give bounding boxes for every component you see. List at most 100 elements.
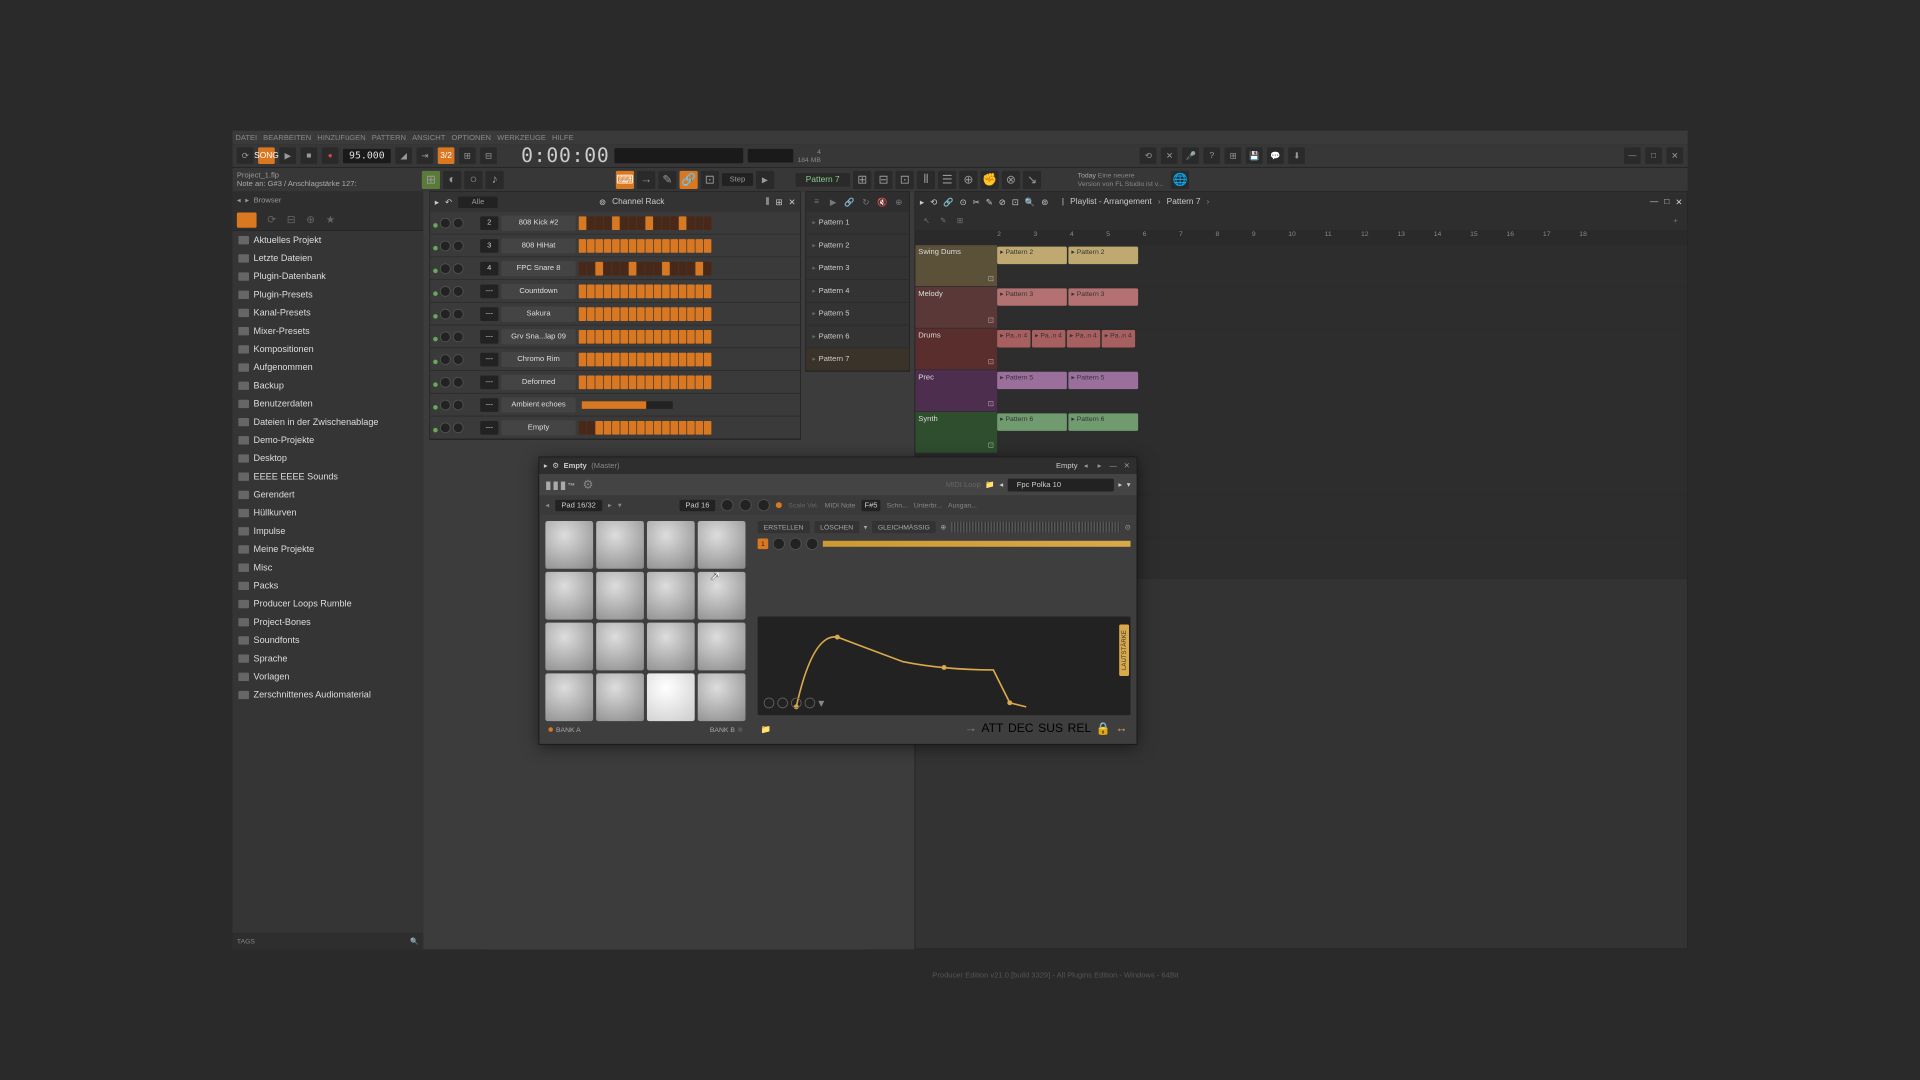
step[interactable]	[612, 421, 620, 435]
layer-end-icon[interactable]: ⊙	[1125, 523, 1131, 531]
playlist-clip[interactable]: ▸ Pattern 5	[1068, 372, 1138, 389]
midi-note-value[interactable]: F#5	[861, 499, 880, 510]
pan-knob[interactable]	[440, 354, 451, 365]
step[interactable]	[595, 307, 603, 321]
channel-num[interactable]: ---	[480, 330, 498, 344]
step[interactable]	[704, 284, 712, 298]
close-all-icon[interactable]: ⊗	[1002, 170, 1020, 188]
pattern-item[interactable]: ▸Pattern 3	[806, 257, 909, 280]
step[interactable]	[620, 352, 628, 366]
step[interactable]	[670, 307, 678, 321]
step-sequence[interactable]	[579, 261, 712, 275]
vol-knob[interactable]	[453, 354, 464, 365]
fpc-pad[interactable]	[698, 521, 746, 569]
pattern-wrap-icon[interactable]: ⊞	[422, 170, 440, 188]
track-icon[interactable]: ⊡	[988, 316, 994, 324]
step[interactable]	[695, 421, 703, 435]
step[interactable]	[679, 330, 687, 344]
browser-refresh-icon[interactable]: ⟳	[267, 213, 276, 226]
step[interactable]	[662, 216, 670, 230]
step[interactable]	[604, 330, 612, 344]
browser-item[interactable]: Aktuelles Projekt	[232, 231, 423, 249]
step[interactable]	[620, 330, 628, 344]
step[interactable]	[687, 284, 695, 298]
link-next-icon[interactable]: →	[637, 170, 655, 188]
pl-magnet-icon[interactable]: ⊙	[960, 197, 967, 207]
browser-item[interactable]: Aufgenommen	[232, 358, 423, 376]
step[interactable]	[687, 239, 695, 253]
browser-item[interactable]: Letzte Dateien	[232, 249, 423, 267]
bank-b[interactable]: BANK B	[710, 726, 735, 734]
typing-kb-icon[interactable]: ⌨	[616, 170, 634, 188]
step[interactable]	[595, 261, 603, 275]
main-menu[interactable]: DATEI BEARBEITEN HINZUFüGEN PATTERN ANSI…	[232, 131, 1687, 145]
step[interactable]	[679, 375, 687, 389]
env-lock-icon[interactable]: 🔒	[1096, 721, 1111, 736]
step[interactable]	[645, 284, 653, 298]
step[interactable]	[687, 352, 695, 366]
channel-num[interactable]: ---	[480, 375, 498, 389]
step[interactable]	[587, 307, 595, 321]
chrack-filter[interactable]: Alle	[458, 196, 498, 207]
step[interactable]	[579, 284, 587, 298]
fpc-folder-icon[interactable]: 📁	[985, 480, 994, 488]
fpc-preset-prev-icon[interactable]: ◂	[999, 480, 1003, 488]
channel-led[interactable]	[433, 427, 438, 432]
channel-name[interactable]: 808 Kick #2	[501, 215, 575, 230]
step[interactable]	[579, 352, 587, 366]
patpick-menu-icon[interactable]: ≡	[811, 196, 823, 208]
tools-icon[interactable]: ✕	[1161, 147, 1178, 164]
view-playlist-icon[interactable]: ⊞	[853, 170, 871, 188]
track-header[interactable]: Drums⊡	[915, 329, 997, 370]
fpc-pad[interactable]	[698, 572, 746, 620]
schn-label[interactable]: Schn...	[887, 501, 908, 509]
step[interactable]	[620, 421, 628, 435]
channel-num[interactable]: ---	[480, 352, 498, 366]
step[interactable]	[620, 284, 628, 298]
envelope-display[interactable]: LAUTSTÄRKE ▾	[758, 617, 1131, 716]
pl-focus-icon[interactable]: ⊚	[1041, 197, 1048, 207]
browser-item[interactable]: Hüllkurven	[232, 504, 423, 522]
save-icon[interactable]: 💾	[1246, 147, 1263, 164]
step[interactable]	[587, 239, 595, 253]
pad-info[interactable]: Pad 16/32	[555, 499, 602, 510]
fpc-menu-icon[interactable]: ▸	[544, 462, 548, 470]
browser-item[interactable]: Misc	[232, 558, 423, 576]
step[interactable]	[695, 239, 703, 253]
tempo-tap-icon[interactable]: ✊	[981, 170, 999, 188]
download-icon[interactable]: ⬇	[1288, 147, 1305, 164]
step[interactable]	[595, 421, 603, 435]
pan-knob[interactable]	[440, 399, 451, 410]
fpc-pad[interactable]	[647, 673, 695, 721]
step[interactable]	[679, 307, 687, 321]
channel-name[interactable]: Deformed	[501, 374, 575, 389]
playlist-clip[interactable]: ▸ Pattern 5	[997, 372, 1067, 389]
track-header[interactable]: Prec⊡	[915, 370, 997, 411]
pad-prev-icon[interactable]: ◂	[545, 501, 549, 509]
patpick-play-icon[interactable]: ▶	[827, 196, 839, 208]
step[interactable]	[695, 284, 703, 298]
step[interactable]	[637, 216, 645, 230]
step[interactable]	[654, 284, 662, 298]
pl-draw-icon[interactable]: ✎	[986, 197, 993, 207]
fpc-preset-name[interactable]: Fpc Polka 10	[1008, 478, 1114, 491]
fpc-pad[interactable]	[698, 673, 746, 721]
playlist-clip[interactable]: ▸ Pattern 2	[997, 247, 1067, 264]
channel-led[interactable]	[433, 223, 438, 228]
playlist-clip[interactable]: ▸ Pattern 3	[1068, 288, 1138, 305]
patpick-link-icon[interactable]: 🔗	[844, 196, 856, 208]
step[interactable]	[579, 375, 587, 389]
pan-knob[interactable]	[440, 217, 451, 228]
env-dec-knob[interactable]	[777, 698, 788, 709]
step[interactable]	[604, 421, 612, 435]
step[interactable]	[604, 307, 612, 321]
loop-icon[interactable]: ⊟	[480, 147, 497, 164]
browser-item[interactable]: Soundfonts	[232, 631, 423, 649]
track-header[interactable]: Melody⊡	[915, 287, 997, 328]
layer-dd-icon[interactable]: ▾	[864, 523, 867, 531]
step[interactable]	[604, 375, 612, 389]
channel-name[interactable]: Sakura	[501, 306, 575, 321]
step[interactable]	[579, 421, 587, 435]
view-piano-icon[interactable]: ⊟	[875, 170, 893, 188]
fpc-pad[interactable]	[545, 572, 593, 620]
